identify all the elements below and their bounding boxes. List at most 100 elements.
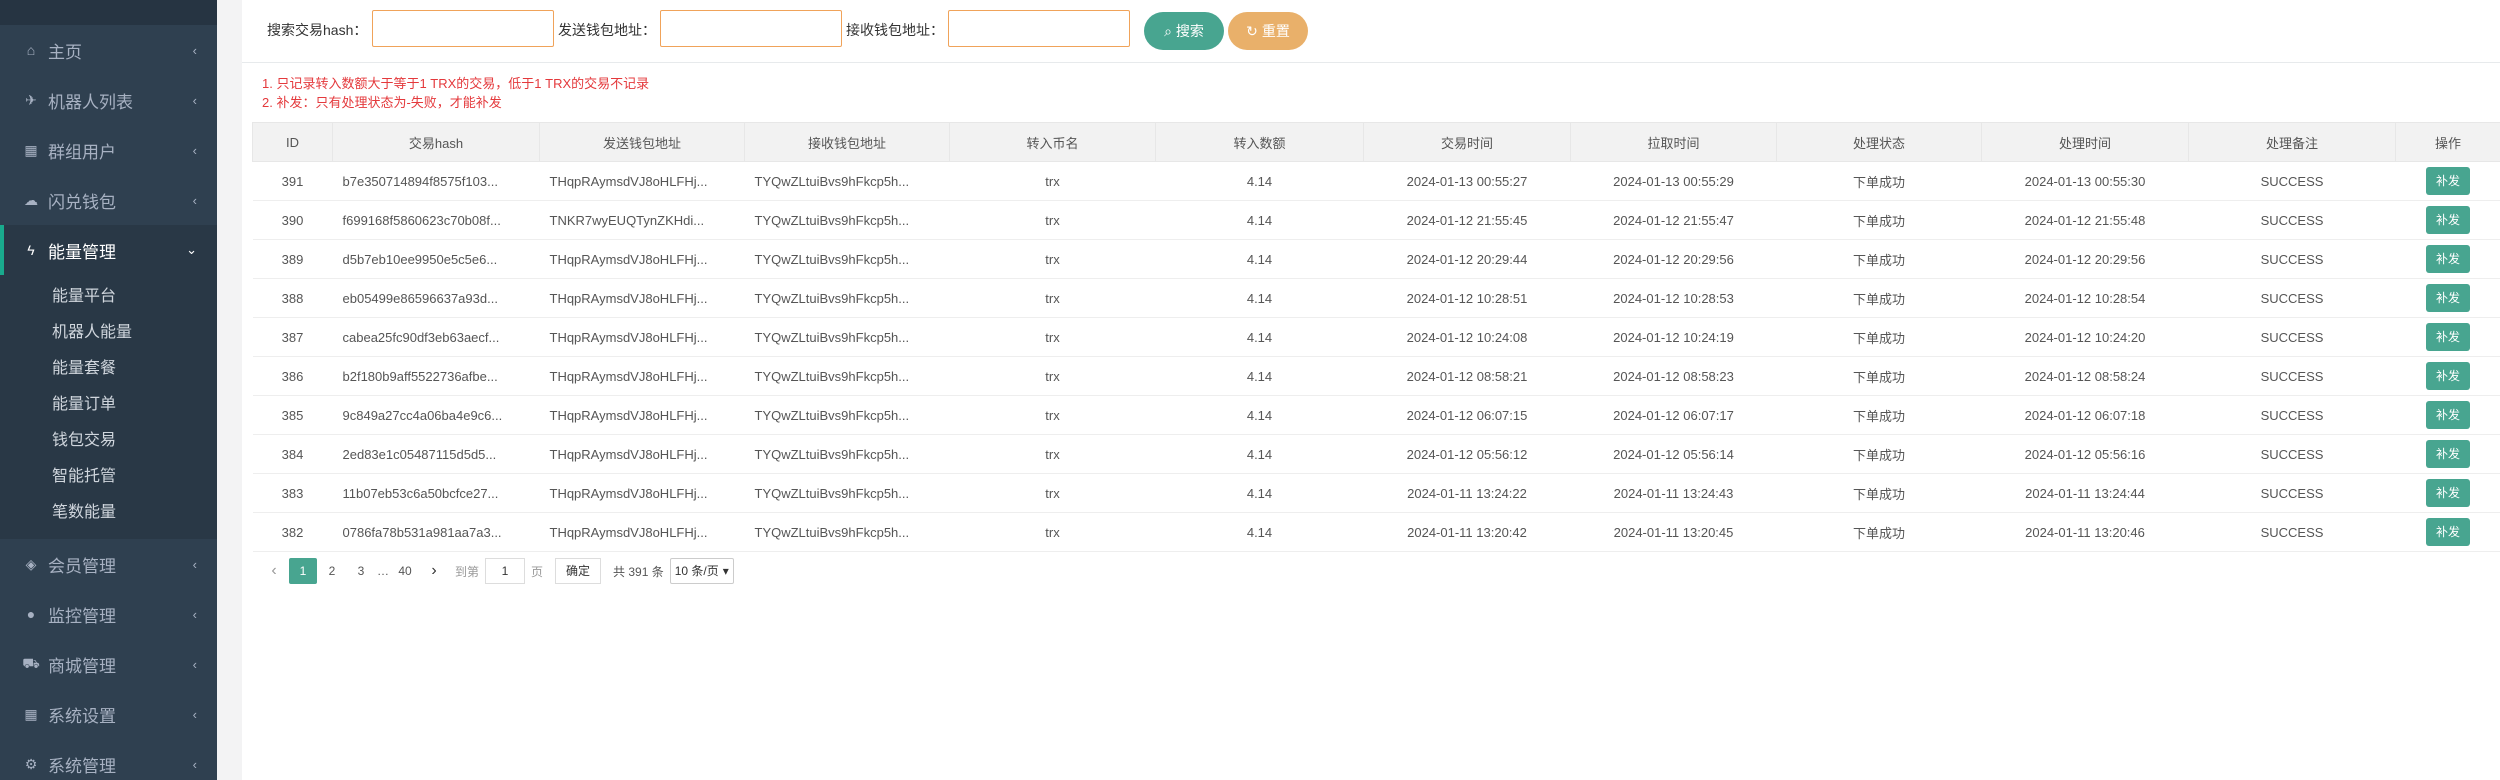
sidebar-item[interactable]: ☁ 闪兑钱包 ‹ bbox=[0, 175, 217, 225]
table-cell: 2024-01-12 10:28:53 bbox=[1570, 278, 1777, 318]
sidebar-item[interactable]: ⌂ 主页 ‹ bbox=[0, 25, 217, 75]
table-row: 387 cabea25fc90df3eb63aecf... THqpRAymsdVJ… bbox=[252, 317, 2500, 357]
table-cell: 2024-01-12 08:58:24 bbox=[1981, 356, 2189, 396]
table-cell: trx bbox=[949, 161, 1156, 201]
search-button-label: 搜索 bbox=[1175, 23, 1204, 39]
sidebar-item-label: 闪兑钱包 bbox=[48, 192, 116, 212]
total-count: 共 391 条 bbox=[613, 564, 664, 579]
table-cell: 385 bbox=[252, 395, 333, 435]
column-header: 拉取时间 bbox=[1570, 122, 1777, 162]
action-cell: 补发 bbox=[2395, 278, 2500, 318]
table-row: 390 f699168f5860623c70b08f... TNKR7wyEUQTy… bbox=[252, 200, 2500, 240]
table-cell: 2024-01-11 13:20:46 bbox=[1981, 512, 2189, 552]
table-cell: SUCCESS bbox=[2188, 512, 2396, 552]
reissue-button[interactable]: 补发 bbox=[2426, 440, 2470, 468]
table-cell: 2024-01-11 13:24:22 bbox=[1363, 473, 1571, 513]
hash-label: 搜索交易hash： bbox=[267, 22, 368, 38]
table-cell: 2024-01-12 06:07:17 bbox=[1570, 395, 1777, 435]
action-cell: 补发 bbox=[2395, 200, 2500, 240]
cloud-icon: ☁ bbox=[24, 191, 38, 208]
gear-icon: ⚙ bbox=[24, 755, 38, 772]
sidebar-item[interactable]: ✈ 机器人列表 ‹ bbox=[0, 75, 217, 125]
reissue-button[interactable]: 补发 bbox=[2426, 167, 2470, 195]
reissue-button[interactable]: 补发 bbox=[2426, 518, 2470, 546]
table-cell: cabea25fc90df3eb63aecf... bbox=[332, 317, 540, 357]
from-address-input[interactable] bbox=[660, 10, 842, 47]
to-address-input[interactable] bbox=[948, 10, 1130, 47]
table-cell: 386 bbox=[252, 356, 333, 396]
table-cell: SUCCESS bbox=[2188, 239, 2396, 279]
energy-submenu: 能量平台 机器人能量 能量套餐 能量订单 钱包交易 智能托管 笔数能量 bbox=[0, 275, 217, 539]
next-page-button[interactable]: › bbox=[420, 558, 448, 584]
submenu-item[interactable]: 钱包交易 bbox=[0, 423, 217, 459]
reissue-button[interactable]: 补发 bbox=[2426, 323, 2470, 351]
action-cell: 补发 bbox=[2395, 161, 2500, 201]
table-header-row: ID 交易hash 发送钱包地址 接收钱包地址 转入币名 转入数额 交易时间 拉取时间 处理状态… bbox=[252, 122, 2500, 162]
action-cell: 补发 bbox=[2395, 317, 2500, 357]
chevron-left-icon: ‹ bbox=[192, 556, 197, 572]
sidebar-item[interactable]: ϟ 能量管理 ⌄ bbox=[0, 225, 217, 275]
page-1-button[interactable]: 1 bbox=[289, 558, 317, 584]
submenu-item[interactable]: 智能托管 bbox=[0, 459, 217, 495]
sidebar-item[interactable]: ▦ 群组用户 ‹ bbox=[0, 125, 217, 175]
reissue-button[interactable]: 补发 bbox=[2426, 479, 2470, 507]
column-header: 交易hash bbox=[332, 122, 540, 162]
reissue-button[interactable]: 补发 bbox=[2426, 284, 2470, 312]
table-cell: 4.14 bbox=[1155, 434, 1364, 474]
page-2-button[interactable]: 2 bbox=[318, 558, 346, 584]
reissue-button[interactable]: 补发 bbox=[2426, 206, 2470, 234]
goto-page-input[interactable]: 1 bbox=[485, 558, 526, 584]
action-cell: 补发 bbox=[2395, 356, 2500, 396]
note-line: 1. 只记录转入数额大于等于1 TRX的交易，低于1 TRX的交易不记录 bbox=[262, 76, 650, 91]
reissue-button[interactable]: 补发 bbox=[2426, 362, 2470, 390]
hash-search-input[interactable] bbox=[372, 10, 554, 47]
shield-icon: ● bbox=[26, 606, 36, 622]
submenu-item[interactable]: 笔数能量 bbox=[0, 495, 217, 531]
table-cell: 2024-01-12 10:28:51 bbox=[1363, 278, 1571, 318]
table-cell: trx bbox=[949, 356, 1156, 396]
page-3-button[interactable]: 3 bbox=[347, 558, 375, 584]
plane-icon: ✈ bbox=[25, 91, 37, 108]
last-page-button[interactable]: 40 bbox=[391, 558, 419, 584]
submenu-item[interactable]: 能量订单 bbox=[0, 387, 217, 423]
table-cell: trx bbox=[949, 512, 1156, 552]
table-cell: 2024-01-12 21:55:48 bbox=[1981, 200, 2189, 240]
cart-icon: ⛟ bbox=[22, 654, 40, 671]
table-cell: 2024-01-12 05:56:12 bbox=[1363, 434, 1571, 474]
page-size-select[interactable]: 10 条/页 ▾ bbox=[669, 558, 734, 584]
table-cell: TYQwZLtuiBvs9hFkcp5h... bbox=[744, 356, 950, 396]
column-header: 处理备注 bbox=[2188, 122, 2396, 162]
reissue-button[interactable]: 补发 bbox=[2426, 245, 2470, 273]
pagination-ellipsis: … bbox=[377, 564, 389, 578]
sidebar-item[interactable]: ● 监控管理 ‹ bbox=[0, 589, 217, 639]
table-cell: 2024-01-11 13:24:43 bbox=[1570, 473, 1777, 513]
table-cell: 2024-01-12 05:56:16 bbox=[1981, 434, 2189, 474]
column-header: 交易时间 bbox=[1363, 122, 1571, 162]
search-button[interactable]: ⌕ 搜索 bbox=[1144, 12, 1224, 50]
table-cell: trx bbox=[949, 473, 1156, 513]
column-header: 发送钱包地址 bbox=[539, 122, 745, 162]
goto-confirm-button[interactable]: 确定 bbox=[555, 558, 602, 584]
submenu-item[interactable]: 机器人能量 bbox=[0, 315, 217, 351]
submenu-item[interactable]: 能量套餐 bbox=[0, 351, 217, 387]
table-cell: 2024-01-12 08:58:21 bbox=[1363, 356, 1571, 396]
table-cell: 383 bbox=[252, 473, 333, 513]
reissue-button[interactable]: 补发 bbox=[2426, 401, 2470, 429]
sidebar-item[interactable]: ⚙ 系统管理 ‹ bbox=[0, 739, 217, 780]
sidebar-item[interactable]: ◈ 会员管理 ‹ bbox=[0, 539, 217, 589]
table-cell: TYQwZLtuiBvs9hFkcp5h... bbox=[744, 161, 950, 201]
table-cell: TYQwZLtuiBvs9hFkcp5h... bbox=[744, 395, 950, 435]
prev-page-button[interactable]: ‹ bbox=[260, 558, 288, 584]
table-cell: THqpRAymsdVJ8oHLFHj... bbox=[539, 473, 745, 513]
table-cell: TYQwZLtuiBvs9hFkcp5h... bbox=[744, 239, 950, 279]
pagination: ‹ 1 2 3 … 40 › 到第 1 页 确定 共 391 条 10 条/页 … bbox=[260, 558, 734, 584]
table-cell: b7e350714894f8575f103... bbox=[332, 161, 540, 201]
reset-button[interactable]: ↻ 重置 bbox=[1228, 12, 1308, 50]
submenu-item[interactable]: 能量平台 bbox=[0, 279, 217, 315]
sidebar-item[interactable]: ▦ 系统设置 ‹ bbox=[0, 689, 217, 739]
table-cell: SUCCESS bbox=[2188, 161, 2396, 201]
table-cell: 2024-01-12 10:24:20 bbox=[1981, 317, 2189, 357]
table-row: 389 d5b7eb10ee9950e5c5e6... THqpRAymsdVJ8o… bbox=[252, 239, 2500, 279]
sidebar-item[interactable]: ⛟ 商城管理 ‹ bbox=[0, 639, 217, 689]
table-cell: 4.14 bbox=[1155, 278, 1364, 318]
